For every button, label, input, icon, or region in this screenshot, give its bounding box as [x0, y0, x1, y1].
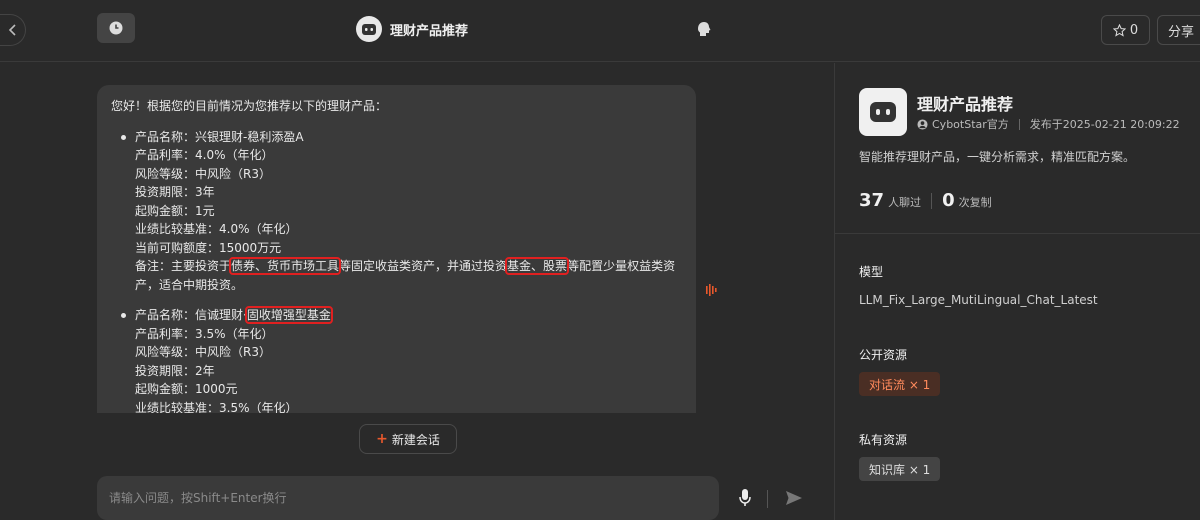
send-icon [786, 491, 802, 505]
bot-author: CybotStar官方 [932, 118, 1009, 131]
product-rate: 产品利率：3.5%（年化） [135, 326, 274, 341]
back-button[interactable] [0, 14, 26, 46]
user-icon [917, 118, 928, 130]
divider [931, 192, 933, 209]
model-value: LLM_Fix_Large_MutiLingual_Chat_Latest [859, 293, 1098, 307]
highlight-box: 固收增强型基金 [244, 306, 333, 324]
product-benchmark: 业绩比较基准：4.0%（年化） [135, 222, 298, 236]
product-item: 产品名称：兴银理财-稳利添盈A 产品利率：4.0%（年化） 风险等级：中风险（R… [121, 128, 682, 295]
note-text: 等固定收益类资产，并通过投资 [339, 259, 508, 273]
product-item: 产品名称：信诚理财·固收增强型基金 产品利率：3.5%（年化） 风险等级：中风险… [121, 306, 682, 413]
new-chat-label: 新建会话 [391, 432, 440, 447]
favorite-button[interactable]: 0 [1101, 15, 1150, 45]
bot-avatar [356, 16, 382, 42]
product-note: 备注：主要投资于债券、货币市场工具等固定收益类资产，并通过投资基金、股票等配置少… [135, 257, 682, 294]
product-min: 起购金额：1000元 [135, 382, 238, 396]
chat-input[interactable] [109, 484, 609, 512]
voice-input-button[interactable] [738, 488, 752, 512]
product-rate: 产品利率：4.0%（年化） [135, 148, 274, 162]
favorite-count: 0 [1129, 22, 1139, 38]
chat-count-label: 人聊过 [888, 196, 922, 209]
history-button[interactable] [97, 13, 135, 43]
highlight-box: 债券、货币市场工具 [229, 257, 342, 275]
sound-wave-icon [706, 284, 717, 296]
copy-count-label: 次复制 [958, 196, 992, 209]
chat-area: 您好！根据您的目前情况为您推荐以下的理财产品： 产品名称：兴银理财-稳利添盈A … [0, 63, 834, 520]
product-benchmark: 业绩比较基准：3.5%（年化） [135, 400, 298, 414]
product-risk: 风险等级：中风险（R3） [135, 166, 271, 181]
model-heading: 模型 [859, 265, 884, 279]
robot-icon [870, 102, 896, 122]
speaking-head-icon [698, 22, 711, 36]
message-intro: 您好！根据您的目前情况为您推荐以下的理财产品： [111, 99, 388, 113]
send-button[interactable] [785, 489, 803, 511]
new-chat-button[interactable]: + 新建会话 [359, 424, 457, 454]
note-text: 备注：主要投资于 [135, 259, 232, 273]
divider [1018, 118, 1020, 130]
product-list: 产品名称：兴银理财-稳利添盈A 产品利率：4.0%（年化） 风险等级：中风险（R… [111, 128, 682, 413]
microphone-icon [739, 489, 751, 506]
product-name: 兴银理财-稳利添盈A [195, 129, 304, 144]
top-bar: 理财产品推荐 0 分享 [0, 0, 1200, 62]
knowledge-base-tag[interactable]: 知识库 × 1 [859, 457, 941, 481]
public-resources-heading: 公开资源 [859, 348, 908, 362]
chevron-left-icon [8, 24, 16, 36]
product-name: 信诚理财· [195, 308, 247, 322]
plus-icon: + [376, 431, 388, 447]
private-resources-heading: 私有资源 [859, 433, 908, 447]
share-button[interactable]: 分享 [1157, 15, 1200, 45]
play-audio-button[interactable] [705, 283, 717, 301]
assistant-message: 您好！根据您的目前情况为您推荐以下的理财产品： 产品名称：兴银理财-稳利添盈A … [97, 85, 696, 413]
copy-count: 0 [942, 190, 955, 211]
bot-avatar-large [859, 88, 907, 136]
bot-stats: 37 人聊过 0 次复制 [859, 190, 992, 211]
history-icon [109, 21, 123, 35]
bot-title: 理财产品推荐 [917, 95, 1014, 114]
product-quota: 当前可购额度：15000万元 [135, 240, 282, 255]
product-name-label: 产品名称： [135, 308, 196, 322]
product-period: 投资期限：3年 [135, 185, 215, 199]
product-risk: 风险等级：中风险（R3） [135, 345, 271, 359]
robot-icon [362, 24, 376, 35]
title-wrap: 理财产品推荐 [356, 16, 468, 42]
star-icon [1112, 23, 1126, 37]
dialog-flow-tag[interactable]: 对话流 × 1 [859, 372, 941, 396]
bot-info-sidebar: 理财产品推荐 CybotStar官方 发布于2025-02-21 20:09:2… [834, 63, 1200, 520]
share-label: 分享 [1168, 24, 1195, 40]
divider [835, 233, 1200, 234]
divider [767, 490, 768, 508]
bot-meta: CybotStar官方 发布于2025-02-21 20:09:22 [917, 116, 1180, 132]
voice-chat-button[interactable] [695, 20, 713, 42]
publish-date: 发布于2025-02-21 20:09:22 [1029, 118, 1180, 131]
highlight-box: 基金、股票 [505, 257, 570, 275]
chat-input-box [97, 476, 802, 520]
product-period: 投资期限：2年 [135, 363, 215, 378]
chat-count: 37 [859, 190, 885, 211]
page-title: 理财产品推荐 [390, 23, 469, 39]
bot-description: 智能推荐理财产品，一键分析需求，精准匹配方案。 [859, 150, 1136, 164]
product-name-label: 产品名称： [135, 129, 196, 144]
product-min: 起购金额：1元 [135, 203, 215, 218]
